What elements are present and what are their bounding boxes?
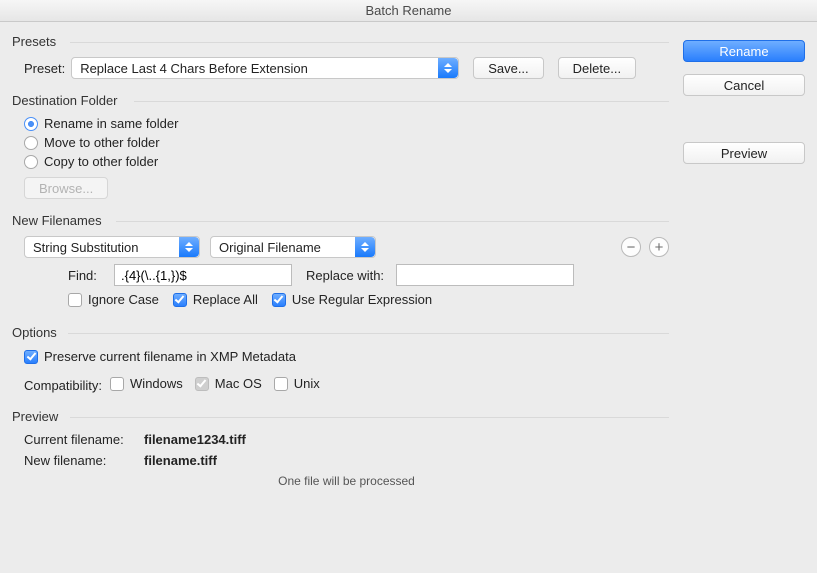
checkbox-label: Replace All — [193, 292, 258, 307]
checkbox-label: Unix — [294, 376, 320, 391]
minus-icon: − — [627, 240, 636, 255]
preview-status: One file will be processed — [24, 474, 669, 488]
radio-icon — [24, 155, 38, 169]
checkbox-icon — [24, 350, 38, 364]
new-filename-label: New filename: — [24, 453, 144, 468]
checkbox-label: Preserve current filename in XMP Metadat… — [44, 349, 296, 364]
use-regex-checkbox[interactable]: Use Regular Expression — [272, 292, 432, 307]
updown-icon — [438, 58, 458, 78]
preserve-xmp-checkbox[interactable]: Preserve current filename in XMP Metadat… — [24, 349, 296, 364]
checkbox-label: Use Regular Expression — [292, 292, 432, 307]
browse-button: Browse... — [24, 177, 108, 199]
checkbox-label: Mac OS — [215, 376, 262, 391]
radio-copy-other[interactable]: Copy to other folder — [24, 154, 158, 169]
delete-preset-button[interactable]: Delete... — [558, 57, 636, 79]
new-filename-value: filename.tiff — [144, 453, 217, 468]
radio-label: Rename in same folder — [44, 116, 178, 131]
options-group: Options Preserve current filename in XMP… — [12, 325, 669, 395]
destination-title: Destination Folder — [12, 93, 669, 108]
ignore-case-checkbox[interactable]: Ignore Case — [68, 292, 159, 307]
checkbox-icon — [195, 377, 209, 391]
compat-macos-checkbox: Mac OS — [195, 376, 262, 391]
checkbox-icon — [274, 377, 288, 391]
checkbox-icon — [272, 293, 286, 307]
preset-select[interactable]: Replace Last 4 Chars Before Extension — [71, 57, 459, 79]
select-value: Original Filename — [219, 240, 321, 255]
window-title: Batch Rename — [0, 0, 817, 22]
preview-group: Preview Current filename: filename1234.t… — [12, 409, 669, 488]
radio-rename-same[interactable]: Rename in same folder — [24, 116, 178, 131]
new-filenames-title: New Filenames — [12, 213, 669, 228]
preview-button[interactable]: Preview — [683, 142, 805, 164]
checkbox-icon — [68, 293, 82, 307]
preset-label: Preset: — [24, 61, 65, 76]
cancel-button[interactable]: Cancel — [683, 74, 805, 96]
substitution-type-select[interactable]: String Substitution — [24, 236, 200, 258]
checkbox-label: Windows — [130, 376, 183, 391]
preview-title: Preview — [12, 409, 669, 424]
source-select[interactable]: Original Filename — [210, 236, 376, 258]
new-filenames-group: New Filenames String Substitution Origin… — [12, 213, 669, 311]
checkbox-label: Ignore Case — [88, 292, 159, 307]
find-label: Find: — [68, 268, 108, 283]
find-input[interactable] — [114, 264, 292, 286]
compat-windows-checkbox[interactable]: Windows — [110, 376, 183, 391]
current-filename-value: filename1234.tiff — [144, 432, 246, 447]
radio-icon — [24, 117, 38, 131]
action-sidebar: Rename Cancel Preview — [683, 34, 805, 565]
radio-icon — [24, 136, 38, 150]
replace-all-checkbox[interactable]: Replace All — [173, 292, 258, 307]
replace-label: Replace with: — [306, 268, 384, 283]
updown-icon — [179, 237, 199, 257]
presets-group: Presets Preset: Replace Last 4 Chars Bef… — [12, 34, 669, 79]
presets-title: Presets — [12, 34, 669, 49]
select-value: String Substitution — [33, 240, 139, 255]
options-title: Options — [12, 325, 669, 340]
rename-button[interactable]: Rename — [683, 40, 805, 62]
updown-icon — [355, 237, 375, 257]
checkbox-icon — [173, 293, 187, 307]
radio-label: Copy to other folder — [44, 154, 158, 169]
radio-label: Move to other folder — [44, 135, 160, 150]
plus-icon: + — [655, 240, 664, 255]
checkbox-icon — [110, 377, 124, 391]
radio-move-other[interactable]: Move to other folder — [24, 135, 160, 150]
remove-rule-button[interactable]: − — [621, 237, 641, 257]
preset-selected: Replace Last 4 Chars Before Extension — [80, 61, 308, 76]
compatibility-label: Compatibility: — [24, 378, 102, 393]
compat-unix-checkbox[interactable]: Unix — [274, 376, 320, 391]
current-filename-label: Current filename: — [24, 432, 144, 447]
replace-input[interactable] — [396, 264, 574, 286]
destination-group: Destination Folder Rename in same folder… — [12, 93, 669, 199]
save-preset-button[interactable]: Save... — [473, 57, 543, 79]
add-rule-button[interactable]: + — [649, 237, 669, 257]
